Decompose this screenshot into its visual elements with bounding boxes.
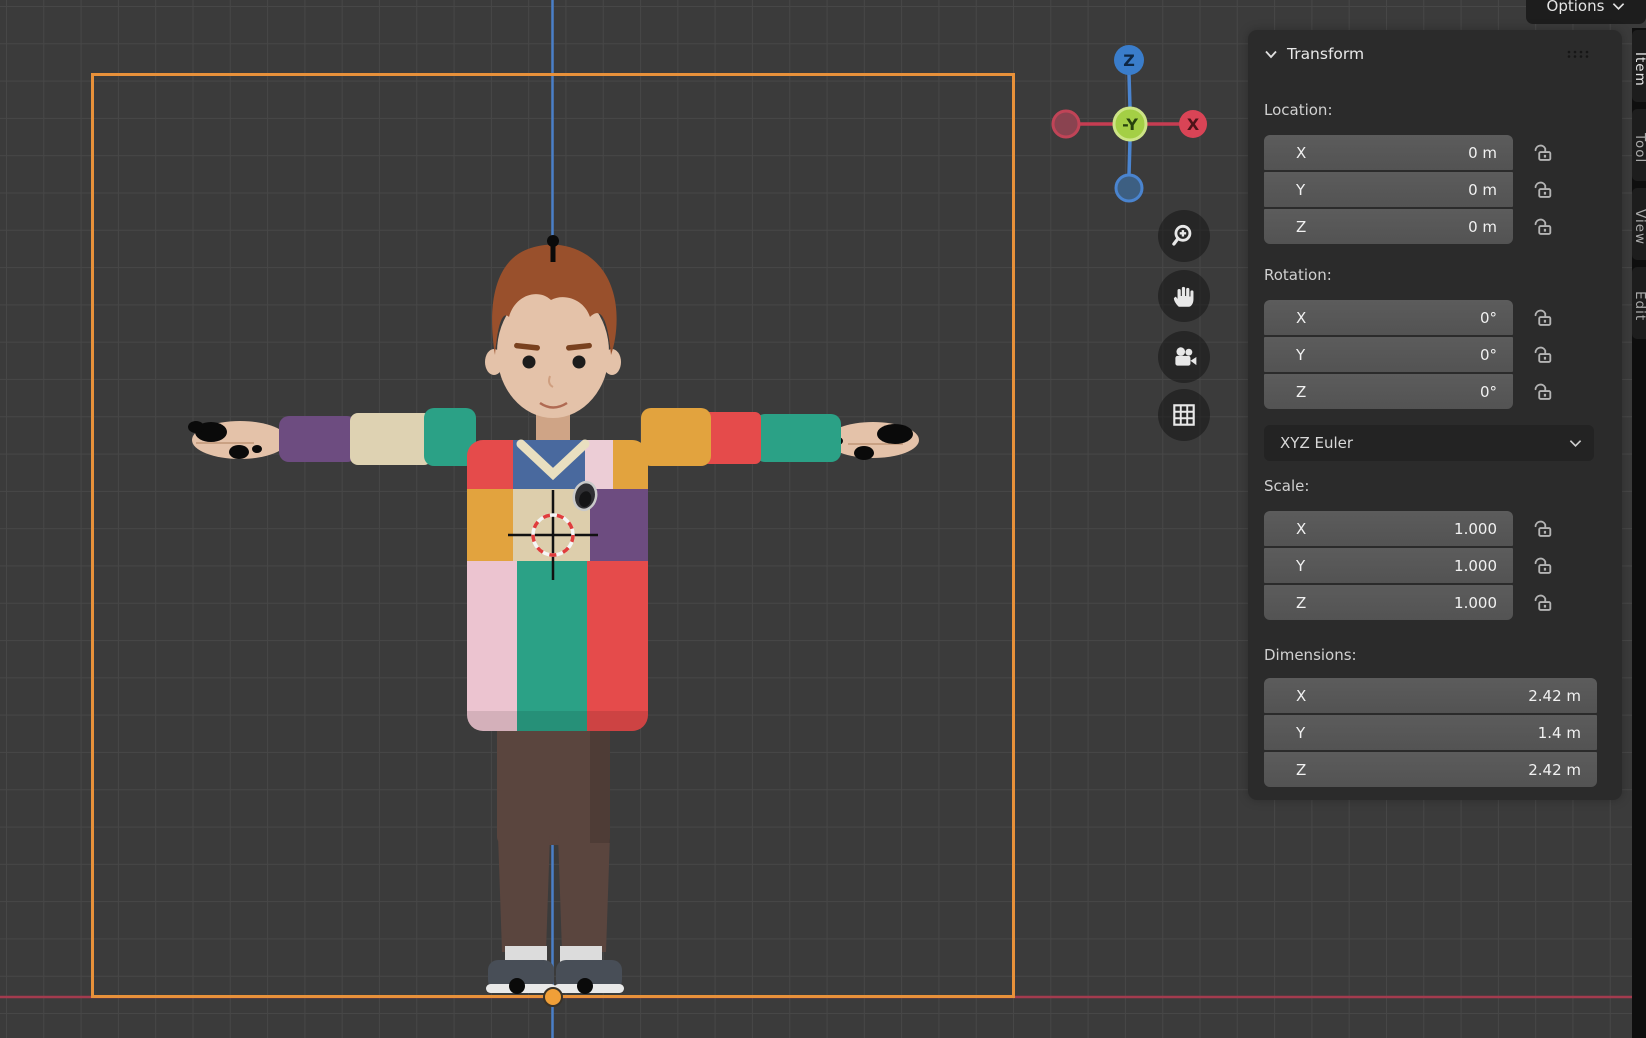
lock-icon[interactable]: [1529, 342, 1555, 368]
dimensions-y-row: Y 1.4 m: [1264, 715, 1622, 750]
location-z-row: Z 0 m: [1264, 209, 1622, 244]
camera-icon: [1170, 343, 1198, 371]
svg-text:Z: Z: [1123, 51, 1135, 70]
zoom-button[interactable]: [1158, 210, 1210, 262]
location-z-field[interactable]: Z 0 m: [1264, 209, 1513, 244]
gizmo-negative-x-axis[interactable]: [1053, 111, 1079, 137]
collapse-chevron-icon[interactable]: [1264, 48, 1278, 60]
dimensions-z-row: Z 2.42 m: [1264, 752, 1622, 787]
hand-icon: [1170, 282, 1198, 310]
rotation-y-row: Y 0°: [1264, 337, 1622, 372]
rotation-y-field[interactable]: Y 0°: [1264, 337, 1513, 372]
dimensions-rows: X 2.42 m Y 1.4 m Z 2.42 m: [1264, 678, 1622, 789]
chevron-down-icon: [1569, 439, 1582, 448]
location-y-row: Y 0 m: [1264, 172, 1622, 207]
gizmo-negative-y-axis[interactable]: -Y: [1114, 108, 1146, 140]
dimensions-section-label: Dimensions:: [1264, 646, 1622, 668]
location-x-field[interactable]: X 0 m: [1264, 135, 1513, 170]
panel-drag-handle[interactable]: [1566, 49, 1592, 59]
dimensions-y-field[interactable]: Y 1.4 m: [1264, 715, 1597, 750]
rotation-z-field[interactable]: Z 0°: [1264, 374, 1513, 409]
rotation-rows: X 0° Y 0° Z 0°: [1264, 300, 1622, 411]
scale-z-row: Z 1.000: [1264, 585, 1622, 620]
lock-icon[interactable]: [1529, 590, 1555, 616]
tab-tool[interactable]: Tool: [1632, 109, 1646, 181]
transform-panel-header[interactable]: Transform: [1264, 43, 1622, 65]
options-button[interactable]: Options: [1526, 0, 1646, 24]
dimensions-x-field[interactable]: X 2.42 m: [1264, 678, 1597, 713]
lock-icon[interactable]: [1529, 379, 1555, 405]
lock-icon[interactable]: [1529, 140, 1555, 166]
rotation-x-row: X 0°: [1264, 300, 1622, 335]
rotation-mode-dropdown[interactable]: XYZ Euler: [1264, 425, 1594, 461]
tab-edit[interactable]: Edit: [1632, 267, 1646, 339]
dimensions-x-row: X 2.42 m: [1264, 678, 1622, 713]
scale-x-field[interactable]: X 1.000: [1264, 511, 1513, 546]
grid-icon: [1170, 401, 1198, 429]
location-section-label: Location:: [1264, 101, 1622, 123]
lock-icon[interactable]: [1529, 177, 1555, 203]
zoom-icon: [1170, 222, 1198, 250]
gizmo-z-axis[interactable]: Z: [1114, 45, 1144, 75]
lock-icon[interactable]: [1529, 305, 1555, 331]
transform-panel: Transform Location: X 0 m: [1248, 30, 1622, 800]
3d-viewport[interactable]: Z X -Y: [0, 0, 1646, 1038]
scale-y-row: Y 1.000: [1264, 548, 1622, 583]
tab-item[interactable]: Item: [1632, 30, 1646, 102]
chevron-down-icon: [1612, 2, 1625, 11]
options-label: Options: [1547, 0, 1605, 15]
scale-z-field[interactable]: Z 1.000: [1264, 585, 1513, 620]
scale-y-field[interactable]: Y 1.000: [1264, 548, 1513, 583]
object-origin-dot: [543, 987, 563, 1007]
lock-icon[interactable]: [1529, 553, 1555, 579]
camera-view-button[interactable]: [1158, 331, 1210, 383]
location-rows: X 0 m Y 0 m Z 0 m: [1264, 135, 1622, 246]
location-y-field[interactable]: Y 0 m: [1264, 172, 1513, 207]
ortho-grid-button[interactable]: [1158, 389, 1210, 441]
dimensions-z-field[interactable]: Z 2.42 m: [1264, 752, 1597, 787]
location-x-row: X 0 m: [1264, 135, 1622, 170]
svg-text:X: X: [1187, 115, 1200, 134]
lock-icon[interactable]: [1529, 516, 1555, 542]
svg-text:-Y: -Y: [1122, 115, 1138, 134]
gizmo-x-axis[interactable]: X: [1179, 110, 1207, 138]
rotation-section-label: Rotation:: [1264, 266, 1622, 288]
sidebar-tab-strip: Item Tool View Edit: [1632, 28, 1646, 1038]
panel-title: Transform: [1287, 45, 1364, 63]
navigation-gizmo[interactable]: Z X -Y: [1050, 44, 1210, 204]
rotation-z-row: Z 0°: [1264, 374, 1622, 409]
gizmo-negative-z-axis[interactable]: [1116, 175, 1142, 201]
lock-icon[interactable]: [1529, 214, 1555, 240]
scale-rows: X 1.000 Y 1.000 Z 1.000: [1264, 511, 1622, 622]
selection-bounding-box: [91, 73, 1015, 998]
pan-button[interactable]: [1158, 270, 1210, 322]
rotation-x-field[interactable]: X 0°: [1264, 300, 1513, 335]
scale-section-label: Scale:: [1264, 477, 1622, 499]
tab-view[interactable]: View: [1632, 188, 1646, 260]
scale-x-row: X 1.000: [1264, 511, 1622, 546]
